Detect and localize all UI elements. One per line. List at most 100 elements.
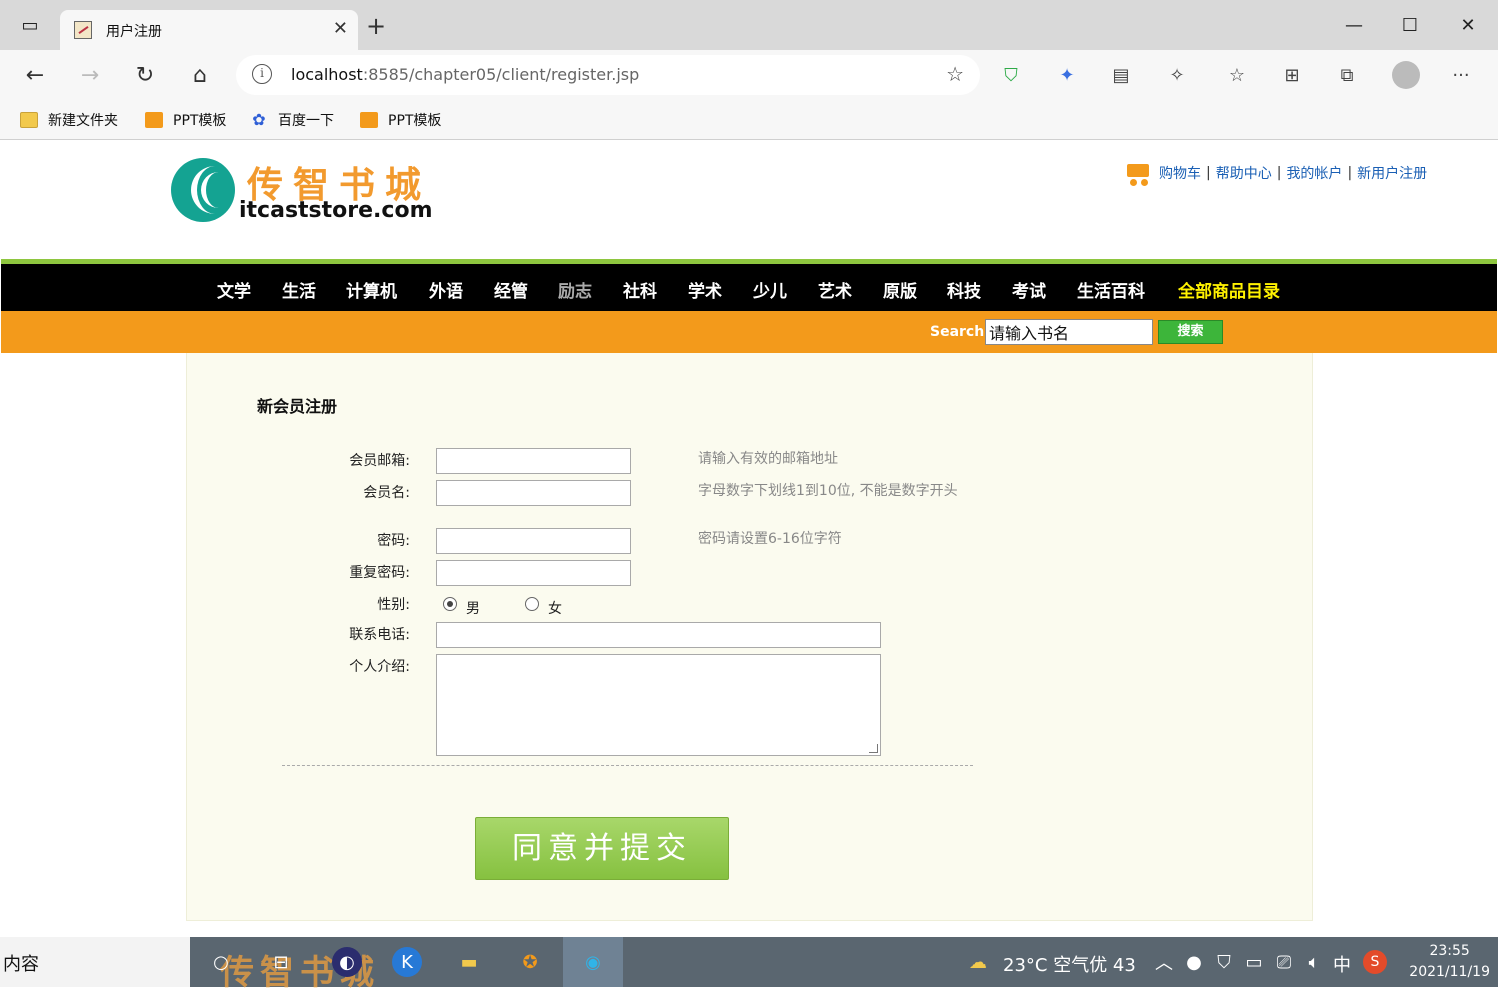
store-logo-en[interactable]: itcaststore.com bbox=[239, 198, 433, 223]
shield-extension-icon[interactable]: ⛉ bbox=[1000, 64, 1022, 86]
link-cart[interactable]: 购物车 bbox=[1159, 163, 1201, 183]
address-bar[interactable]: i localhost:8585/chapter05/client/regist… bbox=[236, 55, 980, 95]
bookmark-folder[interactable]: 新建文件夹 bbox=[20, 108, 118, 132]
security-tray-icon[interactable]: ⛉ bbox=[1209, 947, 1239, 977]
phone-field[interactable] bbox=[436, 622, 881, 648]
back-icon[interactable]: ← bbox=[20, 61, 50, 89]
category-item[interactable]: 科技 bbox=[947, 277, 981, 302]
volume-icon[interactable]: 🔈︎ bbox=[1299, 947, 1329, 977]
search-bar: Search 搜索 bbox=[1, 311, 1497, 353]
agree-submit-button[interactable]: 同意并提交 bbox=[475, 817, 729, 880]
favorites-icon[interactable]: ☆ bbox=[1226, 64, 1248, 86]
forward-icon[interactable]: → bbox=[75, 61, 105, 89]
category-item[interactable]: 外语 bbox=[429, 277, 463, 302]
reader-extension-icon[interactable]: ▤ bbox=[1110, 64, 1132, 86]
form-divider bbox=[282, 765, 973, 766]
address-toolbar: ← → ↻ ⌂ i localhost:8585/chapter05/clien… bbox=[0, 50, 1498, 100]
category-item[interactable]: 文学 bbox=[217, 277, 251, 302]
tray-app-icon[interactable]: ● bbox=[1179, 947, 1209, 977]
system-clock[interactable]: 23:55 2021/11/19 bbox=[1409, 941, 1490, 983]
sogou-ime-icon[interactable]: S bbox=[1363, 950, 1387, 974]
minimize-button[interactable]: — bbox=[1326, 0, 1382, 50]
password-field[interactable] bbox=[436, 528, 631, 554]
browser-tab[interactable]: 用户注册 ✕ bbox=[60, 10, 358, 50]
file-explorer-icon[interactable]: ▬ bbox=[454, 947, 484, 977]
link-register[interactable]: 新用户注册 bbox=[1357, 163, 1427, 183]
weather-text[interactable]: 23°C 空气优 43 bbox=[1003, 951, 1136, 977]
link-my-account[interactable]: 我的帐户 bbox=[1286, 163, 1342, 183]
username-hint: 字母数字下划线1到10位, 不能是数字开头 bbox=[698, 483, 958, 499]
uc-browser-icon[interactable]: ✪ bbox=[515, 947, 545, 977]
repassword-label: 重复密码: bbox=[349, 565, 410, 581]
clock-time: 23:55 bbox=[1429, 943, 1470, 959]
tab-close-icon[interactable]: ✕ bbox=[333, 18, 348, 39]
tab-actions-icon[interactable]: ▭ bbox=[2, 0, 58, 50]
task-view-icon[interactable]: ⊟ bbox=[266, 947, 296, 977]
resize-grip-icon[interactable] bbox=[869, 744, 878, 753]
book-search-input[interactable] bbox=[985, 319, 1153, 345]
gender-male-radio[interactable] bbox=[443, 597, 457, 611]
cart-icon[interactable] bbox=[1123, 160, 1153, 186]
edge-icon: ◉ bbox=[585, 951, 601, 973]
search-button[interactable]: 搜索 bbox=[1158, 320, 1223, 344]
gender-female-radio[interactable] bbox=[525, 597, 539, 611]
edge-taskbar-button[interactable]: ◉ bbox=[563, 937, 623, 987]
extensions-icon[interactable]: ✧ bbox=[1166, 64, 1188, 86]
link-help-center[interactable]: 帮助中心 bbox=[1216, 163, 1272, 183]
link-separator: | bbox=[1347, 165, 1353, 181]
register-panel: 新会员注册 会员邮箱: 请输入有效的邮箱地址 会员名: 字母数字下划线1到10位… bbox=[186, 353, 1313, 921]
intro-label: 个人介绍: bbox=[349, 659, 410, 675]
refresh-icon[interactable]: ↻ bbox=[130, 61, 160, 89]
link-separator: | bbox=[1206, 165, 1211, 181]
baidu-paw-icon: ✿ bbox=[252, 110, 266, 129]
category-item[interactable]: 计算机 bbox=[346, 277, 397, 302]
category-item[interactable]: 生活百科 bbox=[1077, 277, 1145, 302]
category-item[interactable]: 原版 bbox=[883, 277, 917, 302]
email-field[interactable] bbox=[436, 448, 631, 474]
eclipse-icon[interactable]: ◐ bbox=[332, 947, 362, 977]
username-field[interactable] bbox=[436, 480, 631, 506]
share-icon[interactable]: ⧉ bbox=[1336, 64, 1358, 86]
maximize-button[interactable]: ☐ bbox=[1382, 0, 1438, 50]
link-separator: | bbox=[1276, 165, 1282, 181]
url-text[interactable]: localhost:8585/chapter05/client/register… bbox=[291, 65, 639, 84]
tray-chevron-icon[interactable]: ︿ bbox=[1149, 947, 1179, 977]
tab-title: 用户注册 bbox=[106, 24, 162, 40]
home-icon[interactable]: ⌂ bbox=[185, 61, 215, 89]
email-hint: 请输入有效的邮箱地址 bbox=[698, 451, 838, 467]
repassword-field[interactable] bbox=[436, 560, 631, 586]
network-icon[interactable]: ⎚ bbox=[1269, 947, 1299, 977]
clock-date: 2021/11/19 bbox=[1409, 964, 1490, 980]
category-item[interactable]: 艺术 bbox=[818, 277, 852, 302]
bookmark-baidu[interactable]: ✿ 百度一下 bbox=[250, 108, 334, 132]
category-item[interactable]: 社科 bbox=[623, 277, 657, 302]
site-info-icon[interactable]: i bbox=[252, 64, 272, 84]
bookmark-ppt-1[interactable]: PPT模板 bbox=[145, 108, 226, 132]
battery-icon[interactable]: ▭ bbox=[1239, 947, 1269, 977]
bird-extension-icon[interactable]: ✦ bbox=[1056, 64, 1078, 86]
more-menu-icon[interactable]: ··· bbox=[1450, 64, 1472, 86]
category-item[interactable]: 生活 bbox=[282, 277, 316, 302]
category-all-goods[interactable]: 全部商品目录 bbox=[1178, 277, 1280, 302]
weather-icon[interactable]: ☁ bbox=[963, 947, 993, 977]
category-item[interactable]: 考试 bbox=[1012, 277, 1046, 302]
category-item[interactable]: 学术 bbox=[688, 277, 722, 302]
category-item[interactable]: 励志 bbox=[558, 277, 592, 302]
ime-indicator[interactable]: 中 bbox=[1333, 951, 1351, 977]
taskbar-search-box[interactable]: 内容 bbox=[0, 937, 190, 987]
ppt-icon bbox=[145, 112, 163, 128]
kugou-icon[interactable]: K bbox=[392, 947, 422, 977]
window-close-button[interactable]: ✕ bbox=[1440, 0, 1496, 50]
category-item[interactable]: 经管 bbox=[494, 277, 528, 302]
category-item[interactable]: 少儿 bbox=[753, 277, 787, 302]
new-tab-button[interactable]: + bbox=[366, 12, 386, 40]
store-logo-icon[interactable] bbox=[171, 158, 235, 222]
bookmark-ppt-2[interactable]: PPT模板 bbox=[360, 108, 441, 132]
password-hint: 密码请设置6-16位字符 bbox=[698, 531, 842, 547]
cortana-icon[interactable]: ○ bbox=[206, 947, 236, 977]
collections-icon[interactable]: ⊞ bbox=[1281, 64, 1303, 86]
header-links: 购物车 | 帮助中心 | 我的帐户 | 新用户注册 bbox=[1123, 160, 1427, 186]
intro-textarea[interactable] bbox=[436, 654, 881, 756]
add-favorite-icon[interactable]: ☆ bbox=[946, 62, 964, 86]
profile-avatar[interactable] bbox=[1392, 61, 1420, 89]
